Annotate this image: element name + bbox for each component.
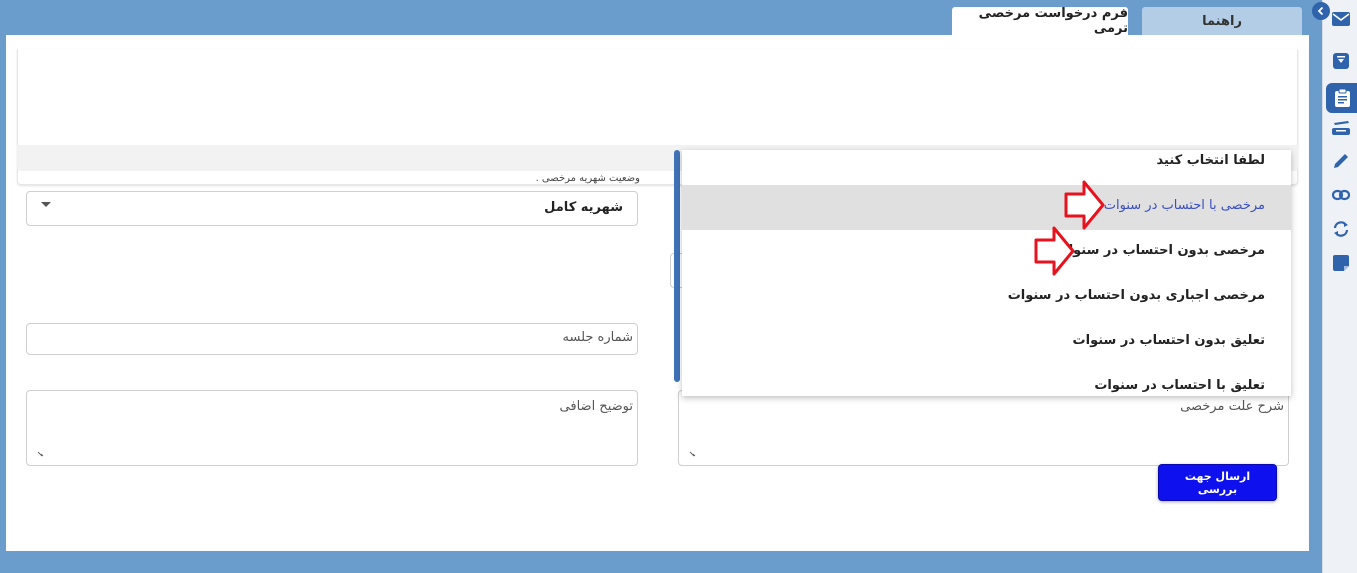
tab-leave-request-form-label: فرم درخواست مرخصی ترمی <box>978 6 1128 36</box>
dropdown-option[interactable]: تعلیق بدون احتساب در سنوات <box>682 320 1291 365</box>
resize-grip-icon[interactable] <box>689 449 697 457</box>
dropdown-option-label: تعلیق بدون احتساب در سنوات <box>1072 333 1265 348</box>
tab-guide-label: راهنما <box>1202 13 1242 29</box>
dropdown-option[interactable]: لطفا انتخاب کنید <box>682 150 1291 185</box>
sync-icon[interactable] <box>1328 216 1354 242</box>
fee-status-select[interactable]: شهریه کامل <box>26 191 638 226</box>
dropdown-option-label: مرخصی اجباری بدون احتساب در سنوات <box>1007 288 1265 303</box>
chevron-down-icon <box>41 202 51 207</box>
note-icon[interactable] <box>1328 250 1354 276</box>
extra-description-placeholder: توضیح اضافی <box>559 399 633 414</box>
dropdown-scrollbar[interactable] <box>674 150 680 382</box>
dropdown-option-label: مرخصی بدون احتساب در سنوات <box>1055 243 1265 258</box>
dropdown-option-highlighted[interactable]: مرخصی با احتساب در سنوات <box>682 185 1291 230</box>
clipboard-icon[interactable] <box>1326 83 1357 113</box>
fee-status-value: شهریه کامل <box>544 200 623 215</box>
inbox-tray-icon[interactable] <box>1328 115 1354 141</box>
tab-leave-request-form[interactable]: فرم درخواست مرخصی ترمی <box>952 6 1128 36</box>
leave-reason-textarea[interactable]: شرح علت مرخصی <box>678 390 1289 466</box>
leave-type-dropdown: لطفا انتخاب کنید مرخصی با احتساب در سنوا… <box>682 150 1291 396</box>
session-number-placeholder: شماره جلسه <box>562 330 634 345</box>
dropdown-option-label: تعلیق با احتساب در سنوات <box>1094 378 1265 393</box>
dropdown-option[interactable]: تعلیق با احتساب در سنوات <box>682 365 1291 396</box>
dropdown-option-label: مرخصی با احتساب در سنوات <box>1103 198 1265 213</box>
dropdown-option[interactable]: مرخصی اجباری بدون احتساب در سنوات <box>682 275 1291 320</box>
leave-reason-placeholder: شرح علت مرخصی <box>1180 399 1284 414</box>
pencil-icon[interactable] <box>1328 148 1354 174</box>
dropdown-option[interactable]: مرخصی بدون احتساب در سنوات <box>682 230 1291 275</box>
dropdown-option-label: لطفا انتخاب کنید <box>1156 153 1265 168</box>
link-icon[interactable] <box>1328 182 1354 208</box>
session-number-input[interactable]: شماره جلسه <box>26 323 638 355</box>
chevron-left-icon[interactable] <box>1312 2 1330 20</box>
extra-description-textarea[interactable]: توضیح اضافی <box>26 390 638 466</box>
submit-for-review-button[interactable]: ارسال جهت بررسی <box>1158 464 1277 501</box>
annotation-arrow-icon <box>1064 180 1105 230</box>
side-icon-rail <box>1322 0 1357 573</box>
annotation-arrow-icon <box>1034 226 1075 276</box>
archive-icon[interactable] <box>1328 48 1354 74</box>
tab-guide[interactable]: راهنما <box>1142 7 1302 35</box>
fee-status-label: وضعیت شهریه مرخصی . <box>535 173 640 184</box>
mail-icon[interactable] <box>1328 6 1354 32</box>
resize-grip-icon[interactable] <box>37 449 45 457</box>
